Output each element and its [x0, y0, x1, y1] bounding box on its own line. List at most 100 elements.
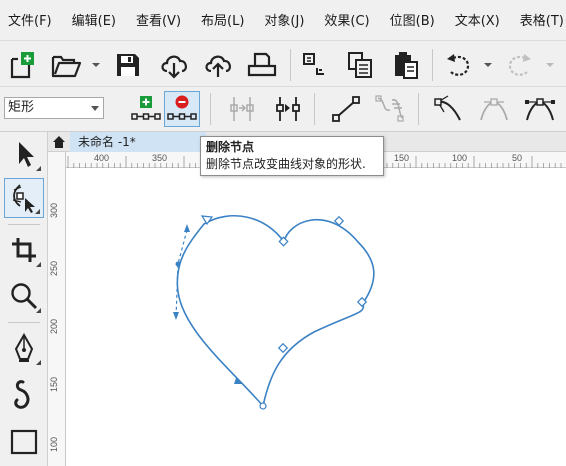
standard-toolbar	[0, 40, 566, 86]
artistic-media-tool[interactable]	[4, 374, 44, 414]
to-curve-button[interactable]	[372, 91, 408, 127]
redo-icon	[508, 54, 531, 76]
paste-button[interactable]	[390, 49, 422, 81]
undo-button[interactable]	[442, 49, 474, 81]
join-nodes-button[interactable]	[224, 91, 260, 127]
ruler-label: 300	[49, 202, 59, 218]
cusp-node-icon	[434, 95, 461, 121]
ruler-label: 200	[49, 318, 59, 334]
cut-icon	[303, 53, 324, 75]
smooth-node-icon	[480, 98, 508, 121]
menu-table[interactable]: 表格(T)	[520, 10, 564, 29]
menu-edit[interactable]: 编辑(E)	[72, 10, 116, 29]
copy-button[interactable]	[344, 49, 376, 81]
tab-document[interactable]: 未命名 -1*	[70, 132, 206, 152]
property-bar: 矩形	[0, 86, 566, 132]
ruler-label: 100	[49, 436, 59, 452]
save-icon	[117, 54, 139, 76]
join-nodes-icon	[230, 97, 254, 121]
propbar-separator	[314, 93, 315, 125]
open-caret-icon[interactable]	[92, 61, 100, 69]
path-direction-arrow-icon	[200, 215, 214, 226]
toolbox-separator	[8, 224, 40, 225]
curve-node[interactable]	[277, 342, 289, 354]
pick-tool[interactable]	[4, 134, 44, 174]
cusp-node-button[interactable]	[432, 91, 468, 127]
home-icon	[53, 136, 65, 148]
drawing-canvas[interactable]	[66, 168, 566, 466]
menu-bitmaps[interactable]: 位图(B)	[390, 10, 435, 29]
tooltip-description: 删除节点改变曲线对象的形状.	[206, 157, 366, 171]
menu-object[interactable]: 对象(J)	[264, 10, 304, 29]
propbar-separator	[418, 93, 419, 125]
import-button[interactable]	[158, 49, 190, 81]
rectangle-tool[interactable]	[4, 422, 44, 462]
zoom-magnifier-icon	[11, 283, 38, 310]
chevron-down-icon	[91, 106, 99, 111]
print-button[interactable]	[246, 49, 278, 81]
break-curve-button[interactable]	[270, 91, 306, 127]
flyout-corner-icon	[36, 308, 41, 313]
zoom-tool[interactable]	[4, 276, 44, 316]
handle-point[interactable]	[175, 261, 181, 267]
symmetrical-node-button[interactable]	[522, 91, 558, 127]
menu-layout[interactable]: 布局(L)	[201, 10, 244, 29]
menu-view[interactable]: 查看(V)	[136, 10, 181, 29]
curve-start-node[interactable]	[259, 402, 267, 410]
menu-effects[interactable]: 效果(C)	[324, 10, 369, 29]
ruler-label: 50	[512, 153, 523, 163]
break-curve-icon	[276, 97, 300, 121]
to-line-icon	[332, 96, 360, 122]
brush-stroke-icon	[14, 380, 30, 409]
ruler-label: 250	[49, 260, 59, 276]
crop-tool[interactable]	[4, 230, 44, 270]
canvas-artwork	[173, 215, 375, 410]
print-icon	[247, 52, 277, 77]
to-line-button[interactable]	[328, 91, 364, 127]
ruler-label: 100	[452, 153, 468, 163]
new-document-button[interactable]	[6, 49, 38, 81]
copy-icon	[348, 52, 372, 78]
add-node-button[interactable]	[128, 91, 164, 127]
tooltip-delete-node: 删除节点 删除节点改变曲线对象的形状.	[200, 136, 384, 176]
save-button[interactable]	[112, 49, 144, 81]
smooth-node-button[interactable]	[476, 91, 512, 127]
flyout-corner-icon	[36, 262, 41, 267]
menu-bar: 文件(F) 编辑(E) 查看(V) 布局(L) 对象(J) 效果(C) 位图(B…	[0, 0, 566, 38]
delete-node-button[interactable]	[164, 91, 200, 127]
cloud-download-icon	[161, 55, 187, 79]
export-button[interactable]	[202, 49, 234, 81]
redo-caret-icon[interactable]	[546, 61, 554, 69]
preset-select-value: 矩形	[8, 100, 35, 115]
heart-curve[interactable]	[176, 215, 375, 408]
open-folder-icon	[51, 55, 82, 78]
tooltip-title: 删除节点	[206, 140, 255, 154]
vertical-ruler[interactable]: 300 250 200 150 100	[48, 152, 66, 466]
flyout-corner-icon	[35, 209, 40, 214]
redo-button[interactable]	[504, 49, 536, 81]
toolbox-separator	[8, 322, 40, 323]
toolbar-separator	[290, 49, 291, 81]
handle-arrow-icon	[184, 224, 190, 232]
add-node-icon	[131, 96, 161, 120]
cut-button[interactable]	[298, 49, 330, 81]
new-document-icon	[10, 52, 34, 79]
pen-nib-icon	[14, 333, 34, 362]
ruler-label: 350	[152, 153, 168, 163]
ruler-label: 150	[49, 376, 59, 392]
open-button[interactable]	[50, 49, 82, 81]
handle-arrow-icon	[173, 312, 179, 320]
shape-tool[interactable]	[4, 178, 44, 218]
cloud-upload-icon	[205, 55, 231, 77]
menu-text[interactable]: 文本(X)	[455, 10, 500, 29]
rectangle-icon	[10, 429, 38, 455]
freehand-tool[interactable]	[4, 328, 44, 368]
menu-file[interactable]: 文件(F)	[8, 10, 52, 29]
paste-icon	[395, 52, 418, 79]
undo-icon	[447, 54, 470, 76]
delete-node-icon	[167, 95, 197, 120]
undo-caret-icon[interactable]	[484, 61, 492, 69]
preset-select[interactable]: 矩形	[4, 97, 104, 119]
welcome-home-button[interactable]	[50, 133, 68, 151]
symmetrical-node-icon	[525, 98, 555, 121]
